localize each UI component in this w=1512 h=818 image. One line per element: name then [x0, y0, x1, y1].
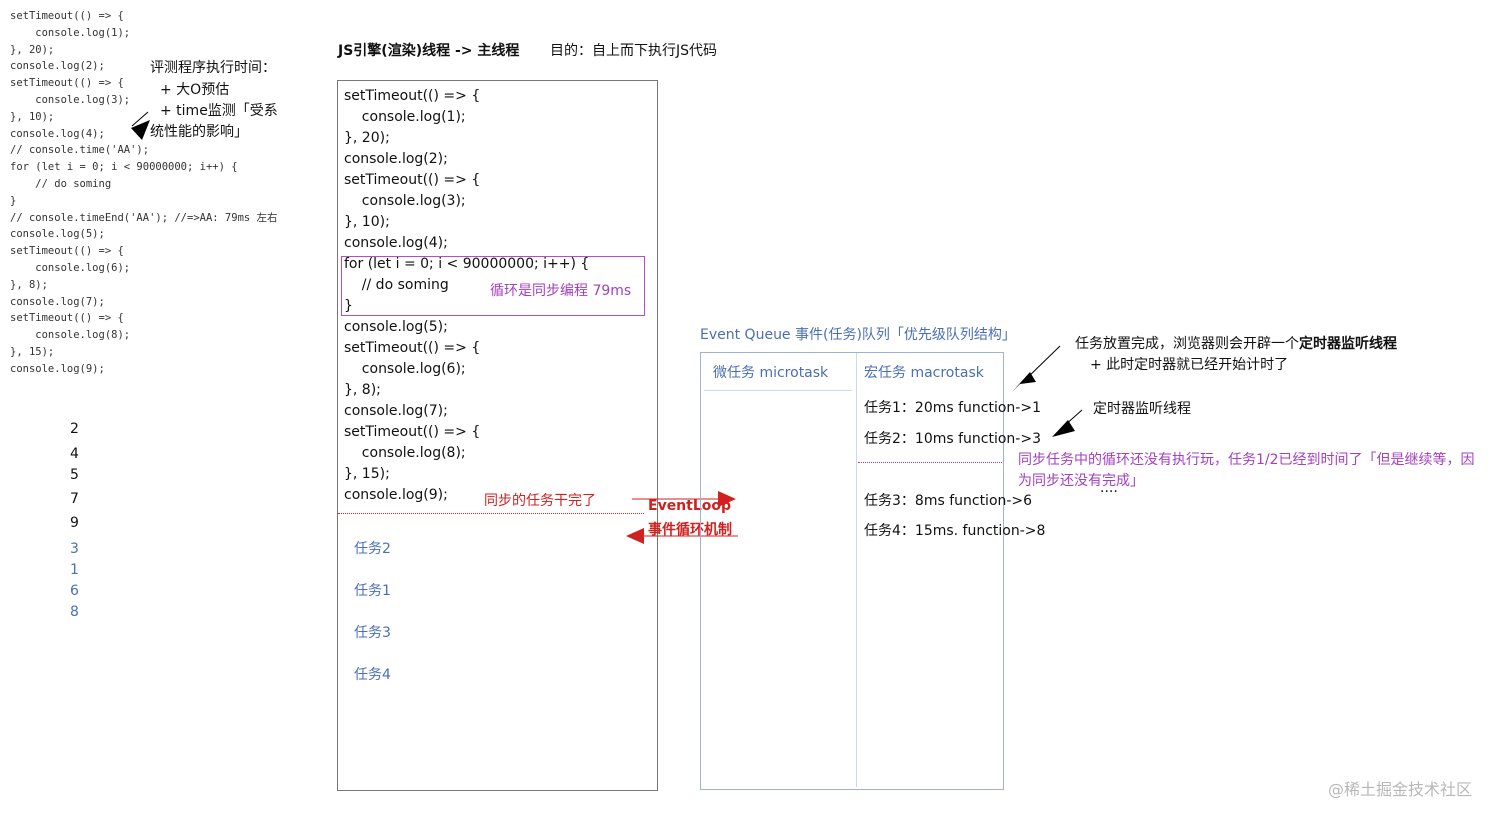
code-line: }, 15);	[10, 345, 55, 358]
code-line: setTimeout(() => {	[10, 312, 124, 325]
measure-note-line2: + time监测「受系	[160, 103, 278, 119]
code-line: console.log(1);	[344, 109, 466, 125]
code-line: console.log(6);	[344, 361, 466, 377]
code-line: for (let i = 0; i < 90000000; i++) {	[10, 161, 238, 174]
output-sync-value: 7	[70, 491, 79, 507]
code-line: }, 20);	[10, 43, 55, 56]
main-task-item: 任务1	[354, 583, 391, 599]
output-async-value: 8	[70, 604, 79, 620]
arrow-left-icon	[626, 528, 644, 544]
code-line: }, 20);	[344, 130, 390, 146]
queue-column-divider	[856, 353, 857, 787]
code-line: console.log(2);	[344, 151, 448, 167]
code-line: setTimeout(() => {	[10, 10, 124, 22]
code-line: console.log(5);	[344, 319, 448, 335]
code-line: }	[10, 194, 17, 207]
measure-note-line1: + 大O预估	[160, 82, 230, 98]
main-thread-goal: 目的：自上而下执行JS代码	[550, 43, 718, 59]
event-queue-title: Event Queue 事件(任务)队列「优先级队列结构」	[700, 327, 1016, 343]
timer-note-line1: 任务放置完成，浏览器则会开辟一个定时器监听线程	[1075, 334, 1397, 355]
code-line: console.log(3);	[344, 193, 466, 209]
output-sync-value: 5	[70, 467, 79, 483]
timer-arrow-line	[1024, 345, 1061, 381]
waiting-divider	[858, 462, 1002, 463]
monitor-arrow-icon	[1052, 420, 1075, 437]
waiting-note-line1: 同步任务中的循环还没有执行玩，任务1/2已经到时间了「但是继续等，因	[1018, 452, 1475, 468]
macrotask-item: 任务1：20ms function->1	[864, 400, 1041, 416]
microtask-header-divider	[704, 390, 852, 391]
main-task-item: 任务4	[354, 667, 391, 683]
code-line: console.log(6);	[10, 261, 131, 274]
monitor-arrow-line	[1063, 409, 1083, 427]
timer-note-prefix: 任务放置完成，浏览器则会开辟一个	[1075, 336, 1299, 352]
main-task-item: 任务2	[354, 541, 391, 557]
output-async-value: 3	[70, 541, 79, 557]
output-async-value: 1	[70, 562, 79, 578]
waiting-note-line2: 为同步还没有完成」	[1018, 473, 1144, 489]
sync-divider	[338, 513, 644, 514]
code-line: setTimeout(() => {	[344, 88, 481, 104]
code-line: console.log(8);	[344, 445, 466, 461]
code-line: setTimeout(() => {	[344, 424, 481, 440]
code-line: }, 10);	[344, 214, 390, 230]
output-sync-value: 9	[70, 515, 79, 531]
code-line: // do soming	[10, 177, 112, 190]
macrotask-item: 任务2：10ms function->3	[864, 431, 1041, 447]
waiting-note-ellipsis: ....	[1100, 480, 1118, 496]
code-line: }, 8);	[344, 382, 381, 398]
code-line: // console.timeEnd('AA'); //=>AA: 79ms 左…	[10, 211, 278, 224]
timer-arrow-icon	[1012, 372, 1036, 392]
code-line: // console.time('AA');	[10, 144, 150, 157]
code-line: console.log(5);	[10, 228, 105, 241]
output-sync-value: 4	[70, 446, 79, 462]
timer-note-line2: + 此时定时器就已经开始计时了	[1090, 357, 1289, 373]
code-line: console.log(4);	[344, 235, 448, 251]
watermark: @稀土掘金技术社区	[1328, 780, 1473, 799]
output-async-value: 6	[70, 583, 79, 599]
timer-monitor-label: 定时器监听线程	[1093, 401, 1191, 417]
code-line: setTimeout(() => {	[344, 340, 481, 356]
code-line: console.log(9);	[10, 362, 105, 375]
timer-note-bold: 定时器监听线程	[1299, 336, 1397, 352]
measure-note-line3: 统性能的影响」	[150, 124, 248, 140]
code-line: console.log(7);	[10, 295, 105, 308]
sync-done-note: 同步的任务干完了	[484, 493, 596, 509]
macrotask-header: 宏任务 macrotask	[864, 365, 984, 381]
output-sync-value: 2	[70, 421, 79, 437]
code-line: console.log(1);	[10, 26, 131, 39]
code-line: }, 8);	[10, 278, 48, 291]
main-task-item: 任务3	[354, 625, 391, 641]
code-line: setTimeout(() => {	[344, 172, 481, 188]
main-thread-title: JS引擎(渲染)线程 -> 主线程	[338, 43, 520, 59]
event-queue-box	[700, 352, 1004, 790]
measure-note-title: 评测程序执行时间：	[150, 60, 276, 76]
code-line: console.log(8);	[10, 329, 131, 342]
microtask-header: 微任务 microtask	[713, 365, 829, 381]
code-line: setTimeout(() => {	[10, 245, 124, 258]
code-line: }, 15);	[344, 466, 390, 482]
macrotask-item: 任务4：15ms. function->8	[864, 523, 1046, 539]
code-line: console.log(7);	[344, 403, 448, 419]
loop-note: 循环是同步编程 79ms	[490, 283, 632, 299]
macrotask-item: 任务3：8ms function->6	[864, 493, 1033, 509]
